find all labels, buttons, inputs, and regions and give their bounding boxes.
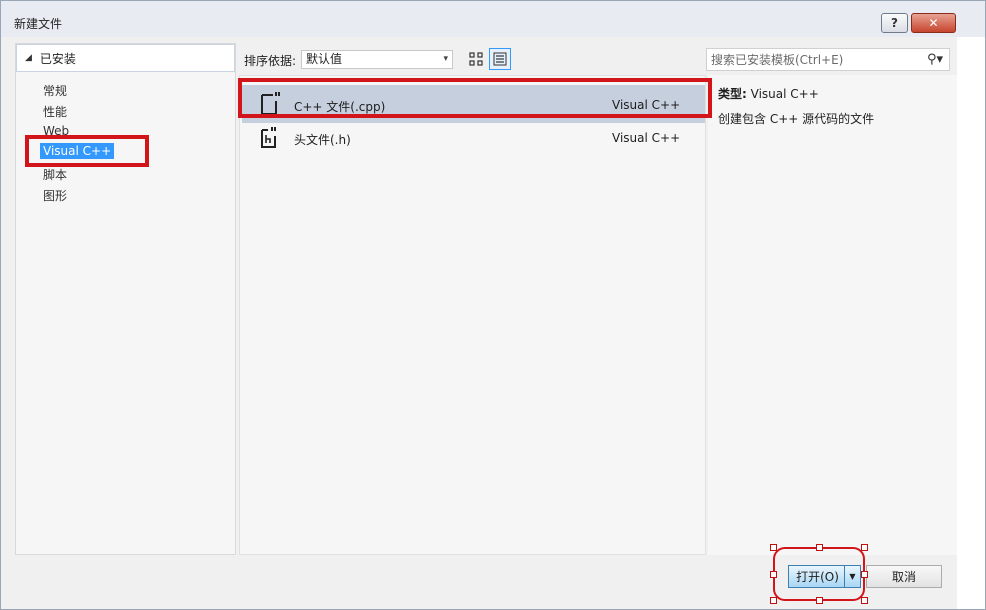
- highlight-box-open-button: [773, 547, 865, 601]
- window-title: 新建文件: [14, 17, 63, 31]
- cancel-button[interactable]: 取消: [866, 565, 942, 588]
- selection-handle: [770, 571, 777, 578]
- selection-handle: [770, 544, 777, 551]
- category-tree[interactable]: ◢ 已安装 常规 性能 Web Visual C++ 脚本 图形: [15, 43, 236, 555]
- selection-handle: [770, 597, 777, 604]
- selection-handle: [861, 571, 868, 578]
- header-file-icon: [261, 127, 276, 148]
- template-row-header[interactable]: 头文件(.h) Visual C++: [242, 118, 705, 156]
- search-icon[interactable]: ⚲▾: [927, 52, 943, 67]
- dropdown-arrow-icon: ▾: [443, 54, 448, 64]
- tree-item-graphics[interactable]: 图形: [43, 187, 67, 204]
- selection-handle: [861, 544, 868, 551]
- detail-type: 类型: Visual C++: [718, 85, 819, 102]
- tree-item-performance[interactable]: 性能: [43, 103, 67, 120]
- detail-type-label: 类型:: [718, 87, 747, 101]
- tree-item-general[interactable]: 常规: [43, 82, 67, 99]
- collapse-triangle-icon[interactable]: ◢: [25, 53, 32, 63]
- selection-handle: [861, 597, 868, 604]
- grid-view-button[interactable]: [465, 48, 487, 70]
- sort-dropdown[interactable]: 默认值 ▾: [301, 50, 453, 69]
- window-frame-right: [957, 37, 985, 609]
- template-search-box[interactable]: ⚲▾: [706, 48, 950, 71]
- detail-description: 创建包含 C++ 源代码的文件: [718, 112, 875, 126]
- close-button[interactable]: ✕: [911, 13, 956, 33]
- selection-handle: [816, 597, 823, 604]
- help-button[interactable]: ?: [881, 13, 908, 33]
- grid-view-icon: [469, 52, 483, 66]
- template-language: Visual C++: [612, 131, 681, 145]
- tree-item-script[interactable]: 脚本: [43, 166, 67, 183]
- detail-type-value: Visual C++: [750, 87, 819, 101]
- selection-handle: [816, 544, 823, 551]
- list-view-button[interactable]: [489, 48, 511, 70]
- template-details: 类型: Visual C++ 创建包含 C++ 源代码的文件: [708, 75, 957, 555]
- title-bar[interactable]: 新建文件 ? ✕: [1, 1, 985, 37]
- new-file-dialog: 新建文件 ? ✕ ◢ 已安装 常规 性能 Web Visual C++ 脚本 图…: [0, 0, 986, 610]
- list-view-icon: [493, 52, 507, 66]
- tree-node-installed[interactable]: ◢ 已安装: [16, 44, 235, 72]
- template-name: 头文件(.h): [294, 133, 351, 147]
- sort-label: 排序依据:: [244, 54, 297, 68]
- highlight-box-visual-cpp: [25, 135, 149, 167]
- sort-dropdown-value: 默认值: [306, 52, 343, 66]
- template-list[interactable]: C++ 文件(.cpp) Visual C++ 头文件(.h) Visual C…: [239, 75, 706, 555]
- tree-node-installed-label: 已安装: [39, 51, 76, 66]
- highlight-box-cpp-template: [238, 78, 712, 118]
- search-input[interactable]: [711, 52, 916, 67]
